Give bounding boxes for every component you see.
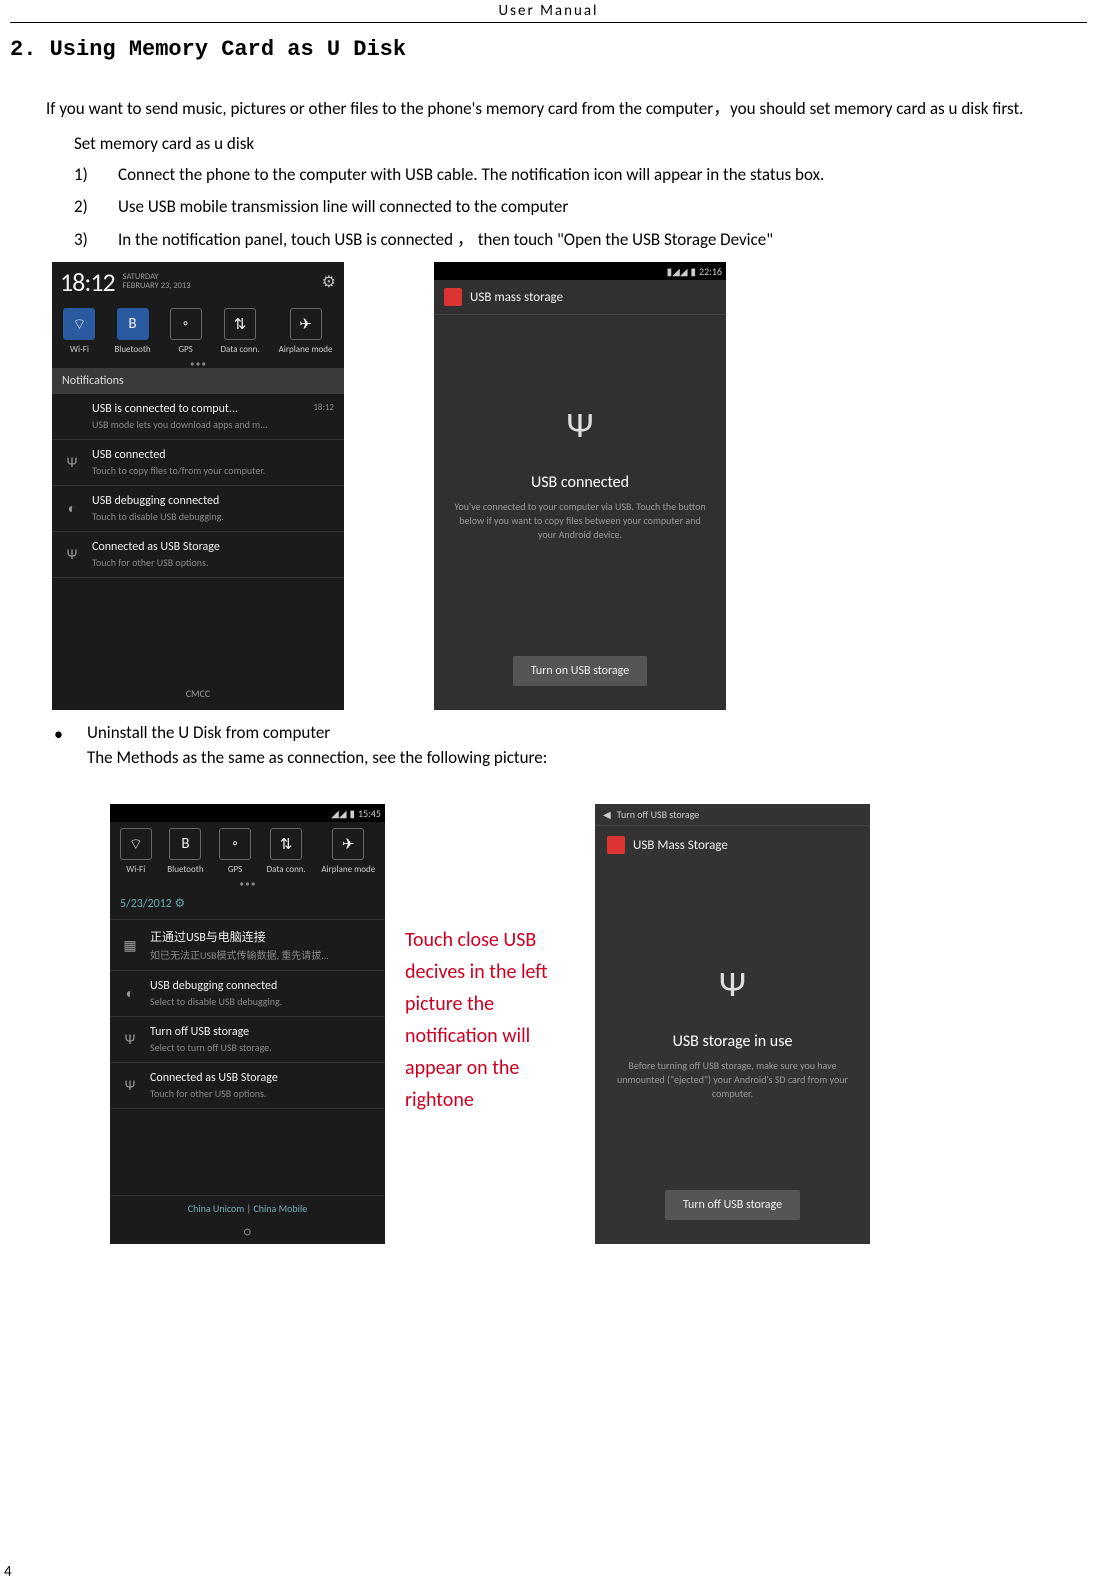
gps-icon: ◦ bbox=[219, 828, 251, 860]
bullet-section: • Uninstall the U Disk from computer The… bbox=[54, 722, 1087, 768]
section-heading: 2. Using Memory Card as U Disk bbox=[10, 37, 1087, 62]
wifi-icon: ⌔ bbox=[63, 308, 95, 340]
airplane-icon: ✈ bbox=[332, 828, 364, 860]
usb-icon: ▦ bbox=[120, 937, 140, 954]
android-icon bbox=[444, 288, 462, 306]
usb-description: Before turning off USB storage, make sur… bbox=[595, 1051, 870, 1109]
notification-date: 5/23/2012 ⚙ bbox=[110, 888, 385, 920]
usb-large-icon: Ψ bbox=[555, 395, 605, 455]
carrier-label: China Unicom | China Mobile bbox=[110, 1195, 385, 1221]
toggle-gps[interactable]: ◦GPS bbox=[170, 308, 202, 355]
notification-item[interactable]: ◐USB debugging connectedSelect to disabl… bbox=[110, 971, 385, 1017]
screen-header: USB mass storage bbox=[434, 280, 726, 315]
status-bar: ▮◢◢▮22:16 bbox=[434, 262, 726, 280]
usb-title: USB connected bbox=[531, 473, 629, 492]
screenshot-notification-panel: 18:12 SATURDAY FEBRUARY 23, 2013 ⚙ ⌔Wi-F… bbox=[52, 262, 344, 710]
notification-item[interactable]: ◐USB debugging connectedTouch to disable… bbox=[52, 486, 344, 532]
toggle-bluetooth[interactable]: BBluetooth bbox=[114, 308, 150, 355]
battery-icon: ▮ bbox=[350, 807, 356, 820]
toggle-gps[interactable]: ◦GPS bbox=[219, 828, 251, 875]
turn-off-usb-button[interactable]: Turn off USB storage bbox=[665, 1190, 800, 1220]
airplane-icon: ✈ bbox=[290, 308, 322, 340]
back-header[interactable]: ◀Turn off USB storage bbox=[595, 804, 870, 826]
notification-item[interactable]: USB is connected to comput...USB mode le… bbox=[52, 394, 344, 440]
intro-paragraph: If you want to send music, pictures or o… bbox=[46, 94, 1087, 125]
page-header: User Manual bbox=[10, 0, 1087, 22]
android-icon bbox=[607, 836, 625, 854]
gps-icon: ◦ bbox=[170, 308, 202, 340]
toggle-wifi[interactable]: ⌔Wi-Fi bbox=[63, 308, 95, 355]
usb-icon: Ψ bbox=[120, 1031, 140, 1048]
android-icon: ◐ bbox=[120, 985, 140, 1002]
toggle-wifi[interactable]: ⌔Wi-Fi bbox=[120, 828, 152, 875]
toggle-data[interactable]: ⇅Data conn. bbox=[267, 828, 306, 875]
usb-icon: Ψ bbox=[62, 454, 82, 471]
usb-icon: Ψ bbox=[62, 546, 82, 563]
page-number: 4 bbox=[4, 1563, 12, 1581]
android-icon: ◐ bbox=[62, 500, 82, 517]
screenshot-notification-panel-2: ◢◢ ▮15:45 ⌔Wi-Fi BBluetooth ◦GPS ⇅Data co… bbox=[110, 804, 385, 1244]
notification-item[interactable]: ΨConnected as USB StorageTouch for other… bbox=[110, 1063, 385, 1109]
bullet-icon: • bbox=[54, 722, 63, 747]
carrier-label: CMCC bbox=[52, 677, 344, 710]
screenshot-row-1: 18:12 SATURDAY FEBRUARY 23, 2013 ⚙ ⌔Wi-F… bbox=[52, 262, 1087, 710]
toggle-data[interactable]: ⇅Data conn. bbox=[220, 308, 259, 355]
turn-on-usb-button[interactable]: Turn on USB storage bbox=[513, 656, 647, 686]
wifi-icon: ⌔ bbox=[120, 828, 152, 860]
screen-header: USB Mass Storage bbox=[595, 826, 870, 864]
usb-large-icon: Ψ bbox=[708, 954, 758, 1014]
back-icon: ◀ bbox=[603, 808, 611, 821]
notification-item[interactable]: ΨConnected as USB StorageTouch for other… bbox=[52, 532, 344, 578]
usb-icon: Ψ bbox=[120, 1077, 140, 1094]
header-rule bbox=[10, 22, 1087, 23]
steps-list: 1)Connect the phone to the computer with… bbox=[74, 159, 1087, 256]
screenshot-row-2: ◢◢ ▮15:45 ⌔Wi-Fi BBluetooth ◦GPS ⇅Data co… bbox=[110, 804, 1087, 1244]
page-dots: ● ● ● bbox=[110, 879, 385, 888]
signal-icon: ◢◢ bbox=[331, 807, 346, 820]
screenshot-usb-connected: ▮◢◢▮22:16 USB mass storage Ψ USB connect… bbox=[434, 262, 726, 710]
status-time: 15:45 bbox=[358, 807, 381, 820]
data-icon: ⇅ bbox=[224, 308, 256, 340]
toggle-airplane[interactable]: ✈Airplane mode bbox=[279, 308, 333, 355]
bullet-subtitle: The Methods as the same as connection, s… bbox=[87, 747, 547, 768]
step-2: 2)Use USB mobile transmission line will … bbox=[74, 191, 1087, 223]
sub-heading: Set memory card as u disk bbox=[74, 129, 1087, 160]
notification-item[interactable]: ΨTurn off USB storageSelect to turn off … bbox=[110, 1017, 385, 1063]
bluetooth-icon: B bbox=[117, 308, 149, 340]
toggle-bluetooth[interactable]: BBluetooth bbox=[167, 828, 203, 875]
settings-icon[interactable]: ⚙ bbox=[322, 272, 336, 292]
usb-description: You've connected to your computer via US… bbox=[434, 492, 726, 550]
notification-item[interactable]: ΨUSB connectedTouch to copy files to/fro… bbox=[52, 440, 344, 486]
notification-item[interactable]: ▦正通过USB与电脑连接如已无法正USB模式传输数据, 重先请拔... bbox=[110, 920, 385, 971]
clock-date: FEBRUARY 23, 2013 bbox=[123, 282, 191, 291]
step-3: 3)In the notification panel, touch USB i… bbox=[74, 224, 1087, 256]
battery-icon: ▮ bbox=[691, 265, 697, 278]
status-bar: ◢◢ ▮15:45 bbox=[110, 804, 385, 822]
bluetooth-icon: B bbox=[169, 828, 201, 860]
home-button[interactable]: ○ bbox=[110, 1221, 385, 1244]
quick-toggle-row: ⌔Wi-Fi BBluetooth ◦GPS ⇅Data conn. ✈Airp… bbox=[52, 302, 344, 365]
data-icon: ⇅ bbox=[270, 828, 302, 860]
clock-time: 18:12 bbox=[60, 266, 115, 298]
notifications-header: Notifications bbox=[52, 368, 344, 394]
quick-toggle-row: ⌔Wi-Fi BBluetooth ◦GPS ⇅Data conn. ✈Airp… bbox=[110, 822, 385, 885]
screenshot-usb-in-use: ◀Turn off USB storage USB Mass Storage Ψ… bbox=[595, 804, 870, 1244]
toggle-airplane[interactable]: ✈Airplane mode bbox=[321, 828, 375, 875]
annotation-text: Touch close USB decives in the left pict… bbox=[405, 924, 575, 1116]
signal-icon: ▮◢◢ bbox=[667, 265, 688, 278]
step-1: 1)Connect the phone to the computer with… bbox=[74, 159, 1087, 191]
page-dots: ● ● ● bbox=[52, 359, 344, 368]
status-time: 22:16 bbox=[699, 265, 722, 278]
usb-title: USB storage in use bbox=[673, 1032, 793, 1051]
bullet-title: Uninstall the U Disk from computer bbox=[87, 722, 547, 743]
